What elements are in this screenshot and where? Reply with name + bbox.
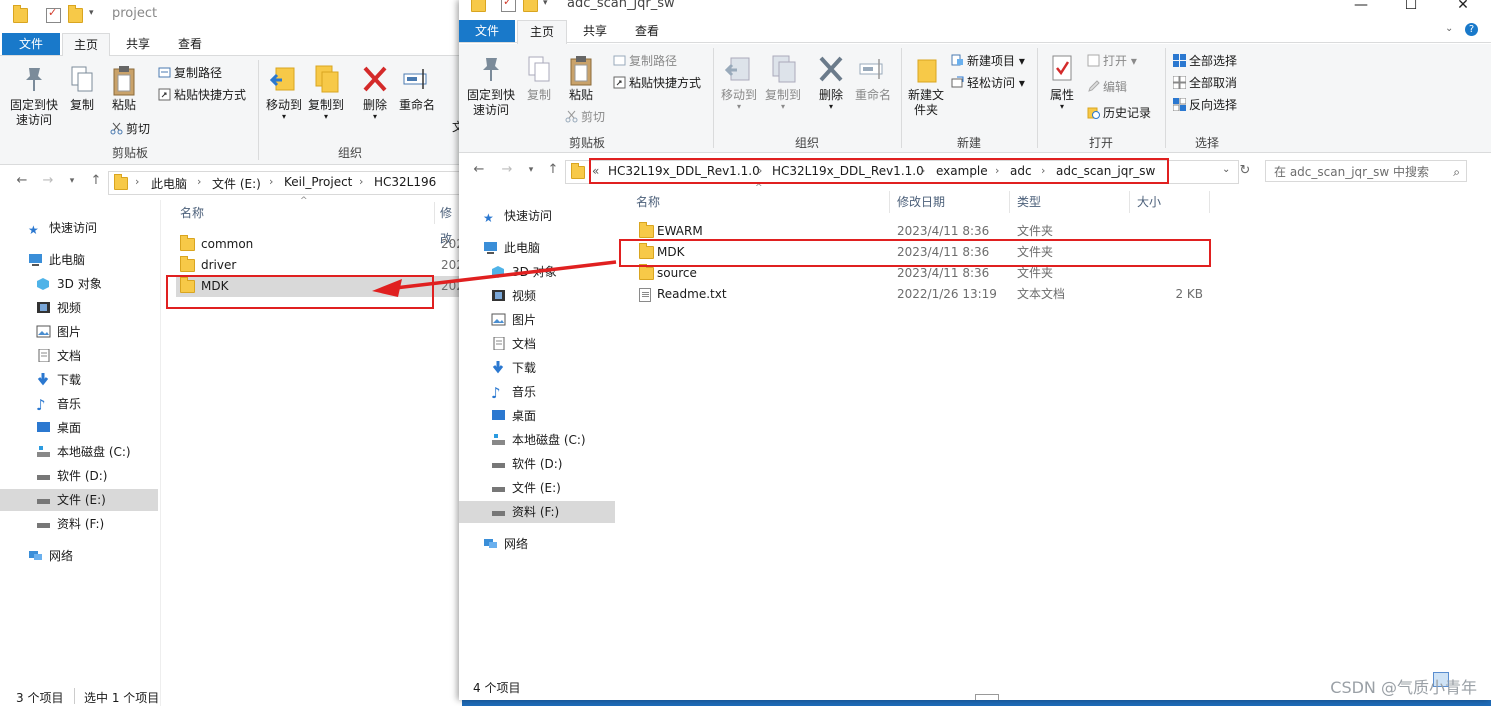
annotation-arrow <box>372 260 617 297</box>
watermark: CSDN @气质小青年 <box>1330 678 1477 697</box>
